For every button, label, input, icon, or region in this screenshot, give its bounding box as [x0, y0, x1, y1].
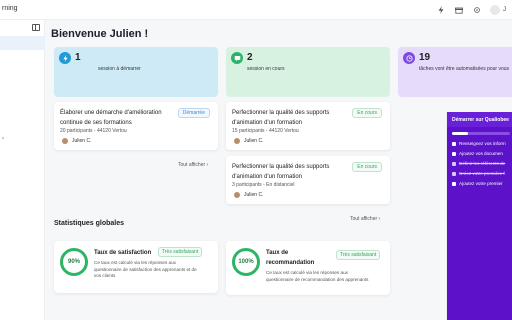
metric-badge: Très satisfaisant	[336, 250, 381, 260]
metric-card-recommendation: 100% Taux de recommandation Très satisfa…	[226, 241, 390, 295]
stat-number: 19	[419, 52, 431, 63]
onboarding-item-label: Créez votre première f	[459, 171, 505, 176]
stat-number: 2	[247, 52, 253, 63]
sidebar-dot	[2, 137, 4, 139]
chat-icon	[231, 52, 243, 64]
session-trainer: Julien C.	[62, 138, 91, 144]
onboarding-item[interactable]: Renseignez vos inform	[452, 141, 506, 146]
user-initial: J	[503, 7, 506, 13]
trainer-name: Julien C.	[72, 138, 92, 144]
lightning-icon	[59, 52, 71, 64]
onboarding-body: Renseignez vos inform Ajoutez vos docume…	[447, 127, 512, 320]
avatar	[234, 192, 240, 198]
stat-label: tâches vont être automatisées pour vous	[419, 66, 510, 72]
stat-label: session à démarrer	[98, 66, 141, 72]
onboarding-panel: Démarrer sur Qualiobee Renseignez vos in…	[446, 112, 512, 320]
avatar	[234, 138, 240, 144]
stat-card-in-progress[interactable]: 2 session en cours	[226, 47, 390, 97]
status-badge: En cours	[352, 108, 382, 118]
metric-card-satisfaction: 90% Taux de satisfaction Très satisfaisa…	[54, 241, 218, 293]
metric-badge: Très satisfaisant	[158, 247, 203, 257]
status-badge: Démarrée	[177, 108, 210, 118]
lightning-icon[interactable]	[436, 6, 445, 15]
stat-card-automated[interactable]: 19 tâches vont être automatisées pour vo…	[398, 47, 512, 97]
session-meta: 3 participants - En distanciel	[232, 182, 295, 188]
session-meta: 15 participants - 44120 Vertou	[232, 128, 299, 134]
session-card[interactable]: Perfectionner la qualité des supports d'…	[226, 102, 390, 150]
metric-title: Taux de recommandation	[266, 250, 315, 266]
session-card[interactable]: Élaborer une démarche d'amélioration con…	[54, 102, 218, 150]
avatar	[62, 138, 68, 144]
onboarding-item-label: Renseignez vos inform	[459, 141, 506, 146]
checklist-icon	[452, 161, 456, 166]
onboarding-item[interactable]: Ajoutez vos documen	[452, 151, 503, 156]
sidebar-item-active[interactable]	[0, 36, 45, 50]
session-trainer: Julien C.	[234, 138, 263, 144]
satisfaction-ring: 90%	[60, 248, 88, 276]
show-all-link[interactable]: Tout afficher ›	[350, 216, 380, 222]
onboarding-title[interactable]: Démarrer sur Qualiobee	[447, 112, 512, 127]
onboarding-item[interactable]: Ajoutez votre premier	[452, 181, 503, 186]
stat-label: session en cours	[247, 66, 285, 72]
sidebar-collapse-icon[interactable]	[32, 24, 40, 31]
onboarding-progress-fill	[452, 132, 469, 135]
sidebar	[0, 20, 45, 320]
user-avatar[interactable]	[490, 5, 500, 15]
clock-icon	[403, 52, 415, 64]
status-badge: En cours	[352, 162, 382, 172]
main-content: Bienvenue Julien ! 1 session à démarrer …	[45, 20, 512, 320]
top-actions: J	[436, 5, 506, 15]
session-title: Perfectionner la qualité des supports d'…	[232, 164, 330, 180]
stat-card-to-start[interactable]: 1 session à démarrer	[54, 47, 218, 97]
metric-description: Ce taux est calculé via les réponses aux…	[94, 260, 197, 278]
show-all-link[interactable]: Tout afficher ›	[178, 162, 208, 168]
metric-title: Taux de satisfaction	[94, 250, 152, 256]
brand-name: rning	[2, 5, 18, 12]
onboarding-item[interactable]: Créez votre première f	[452, 171, 505, 176]
onboarding-item[interactable]: Définir les référents de	[452, 161, 505, 166]
session-title: Élaborer une démarche d'amélioration con…	[60, 110, 162, 126]
session-card[interactable]: Perfectionner la qualité des supports d'…	[226, 156, 390, 204]
checklist-icon	[452, 171, 456, 176]
onboarding-item-label: Ajoutez votre premier	[459, 181, 503, 186]
trainer-name: Julien C.	[244, 138, 264, 144]
top-bar: rning J	[0, 0, 512, 20]
session-title: Perfectionner la qualité des supports d'…	[232, 110, 330, 126]
session-trainer: Julien C.	[234, 192, 263, 198]
trainer-name: Julien C.	[244, 192, 264, 198]
gift-icon[interactable]	[454, 6, 463, 15]
checklist-icon	[452, 181, 456, 186]
onboarding-item-label: Définir les référents de	[459, 161, 506, 166]
onboarding-item-label: Ajoutez vos documen	[459, 151, 503, 156]
checklist-icon	[452, 151, 456, 156]
metric-description: Ce taux est calculé via les réponses aux…	[266, 270, 369, 282]
page-title: Bienvenue Julien !	[51, 28, 149, 40]
recommendation-ring: 100%	[232, 248, 260, 276]
settings-icon[interactable]	[472, 6, 481, 15]
checklist-icon	[452, 141, 456, 146]
section-title: Statistiques globales	[54, 220, 125, 227]
onboarding-progress	[452, 132, 510, 135]
stat-number: 1	[75, 52, 81, 63]
session-meta: 20 participants - 44120 Vertou	[60, 128, 127, 134]
